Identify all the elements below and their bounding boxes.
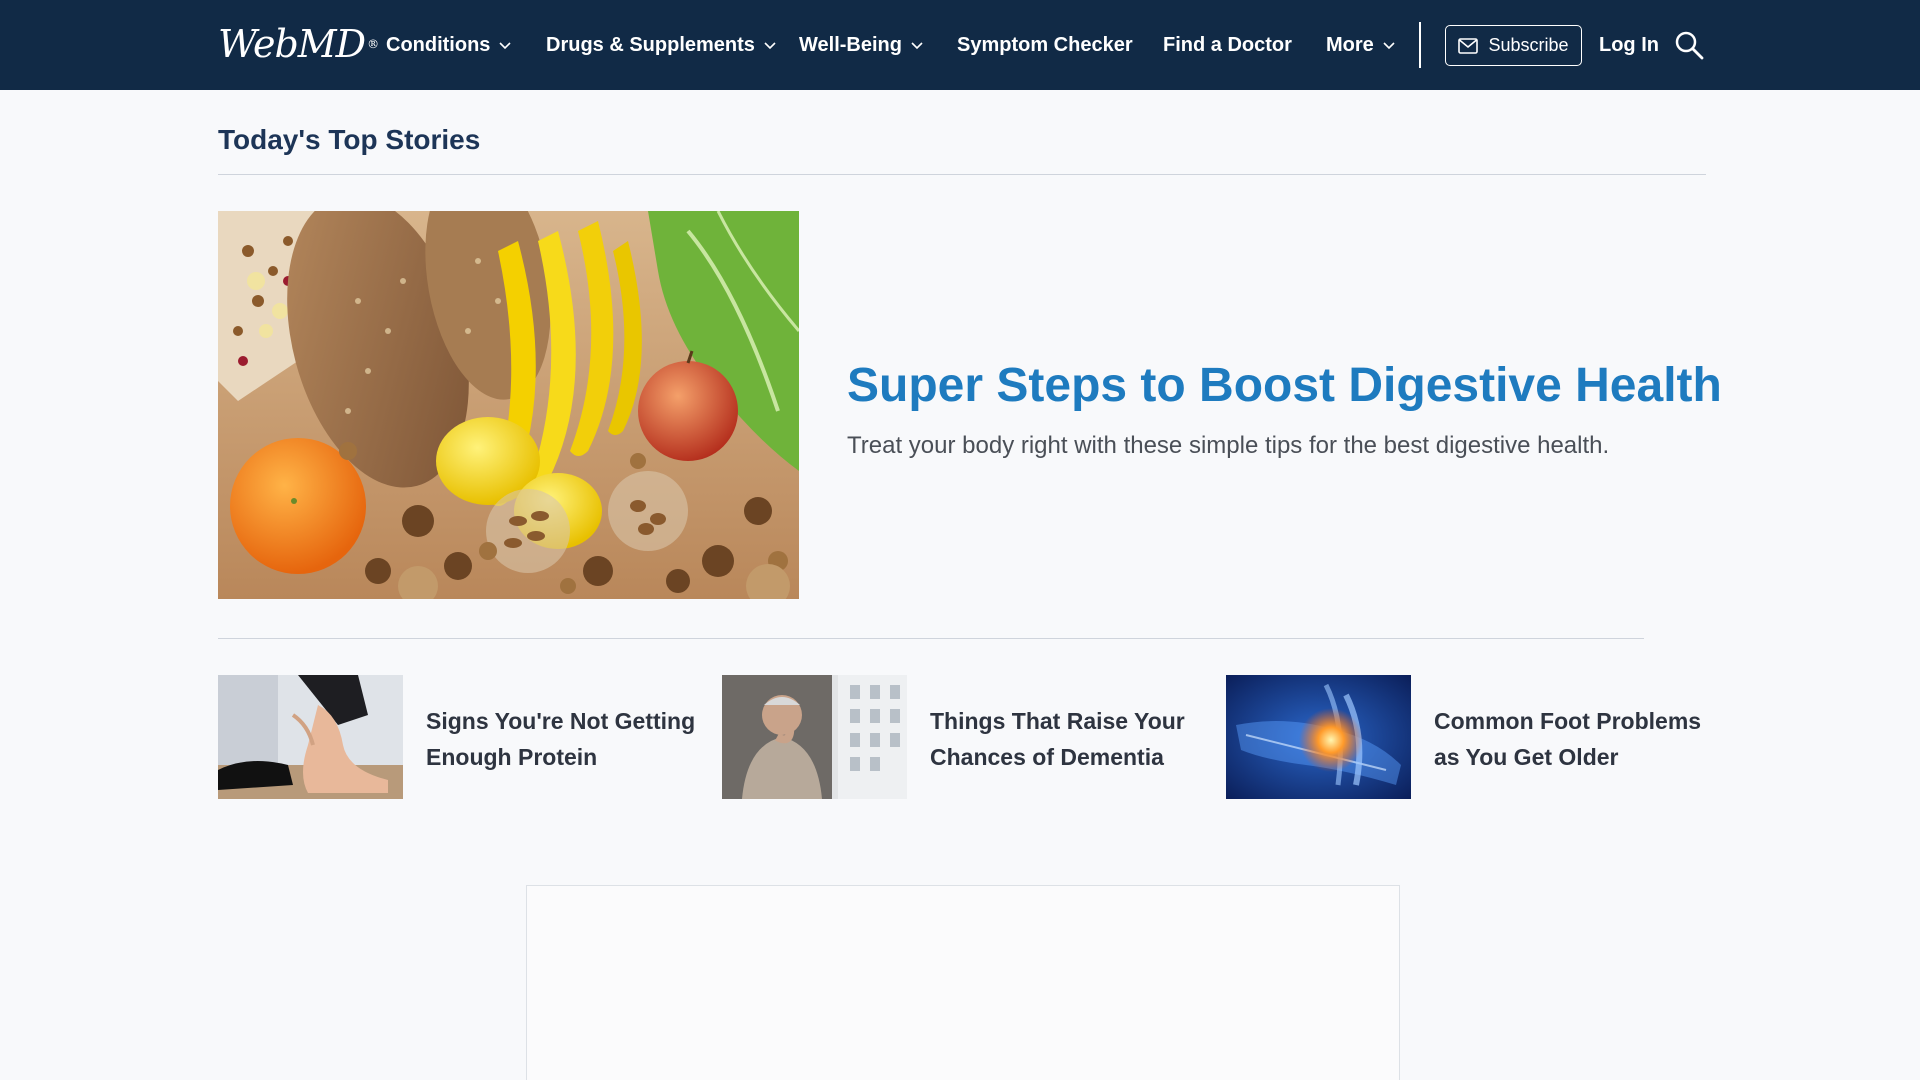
webmd-logo[interactable]: WebMD ® — [218, 22, 379, 66]
section-divider — [218, 174, 1706, 175]
swollen-feet-image — [218, 675, 403, 799]
story-thumbnail[interactable] — [218, 675, 403, 799]
story-title-link[interactable]: Common Foot Problems as You Get Older — [1434, 703, 1704, 775]
advertisement-slot — [526, 885, 1400, 1080]
chevron-down-icon — [764, 42, 776, 50]
mail-icon — [1458, 37, 1479, 54]
logo-text: WebMD — [218, 22, 366, 66]
nav-item-more[interactable]: More — [1326, 0, 1396, 90]
story-title-link[interactable]: Signs You're Not Getting Enough Protein — [426, 703, 696, 775]
nav-item-label: Find a Doctor — [1163, 33, 1292, 56]
elderly-man-window-image — [722, 675, 907, 799]
story-card-protein[interactable]: Signs You're Not Getting Enough Protein — [218, 675, 698, 799]
nav-item-well-being[interactable]: Well-Being — [799, 0, 924, 90]
nav-item-drugs-supplements[interactable]: Drugs & Supplements — [546, 0, 777, 90]
subscribe-button[interactable]: Subscribe — [1445, 25, 1582, 66]
nav-item-label: More — [1326, 33, 1374, 56]
chevron-down-icon — [1383, 42, 1395, 50]
section-title: Today's Top Stories — [218, 124, 481, 155]
nav-item-label: Well-Being — [799, 33, 902, 56]
login-label: Log In — [1599, 33, 1659, 56]
hero-title-link[interactable]: Super Steps to Boost Digestive Health — [847, 358, 1722, 413]
story-card-foot-problems[interactable]: Common Foot Problems as You Get Older — [1226, 675, 1706, 799]
registered-mark: ® — [367, 37, 379, 51]
nav-item-label: Conditions — [386, 33, 491, 56]
top-navigation: WebMD ® Conditions Drugs & Supplements We… — [0, 0, 1920, 90]
foot-pain-xray-image — [1226, 675, 1411, 799]
nav-item-find-a-doctor[interactable]: Find a Doctor — [1163, 0, 1292, 90]
chevron-down-icon — [499, 42, 512, 50]
nav-item-conditions[interactable]: Conditions — [386, 0, 512, 90]
nav-item-symptom-checker[interactable]: Symptom Checker — [957, 0, 1133, 90]
chevron-down-icon — [911, 42, 923, 50]
story-thumbnail[interactable] — [1226, 675, 1411, 799]
story-thumbnail[interactable] — [722, 675, 907, 799]
story-card-dementia[interactable]: Things That Raise Your Chances of Dement… — [722, 675, 1202, 799]
hero-image[interactable] — [218, 211, 799, 599]
hero-description: Treat your body right with these simple … — [847, 432, 1610, 459]
story-title-link[interactable]: Things That Raise Your Chances of Dement… — [930, 703, 1200, 775]
search-icon[interactable] — [1674, 30, 1704, 60]
nav-divider — [1419, 22, 1421, 68]
nav-item-label: Drugs & Supplements — [546, 33, 755, 56]
stories-divider — [218, 638, 1644, 639]
subscribe-label: Subscribe — [1488, 35, 1569, 55]
food-spread-illustration — [218, 211, 799, 599]
nav-item-label: Symptom Checker — [957, 33, 1133, 56]
login-link[interactable]: Log In — [1599, 0, 1659, 90]
